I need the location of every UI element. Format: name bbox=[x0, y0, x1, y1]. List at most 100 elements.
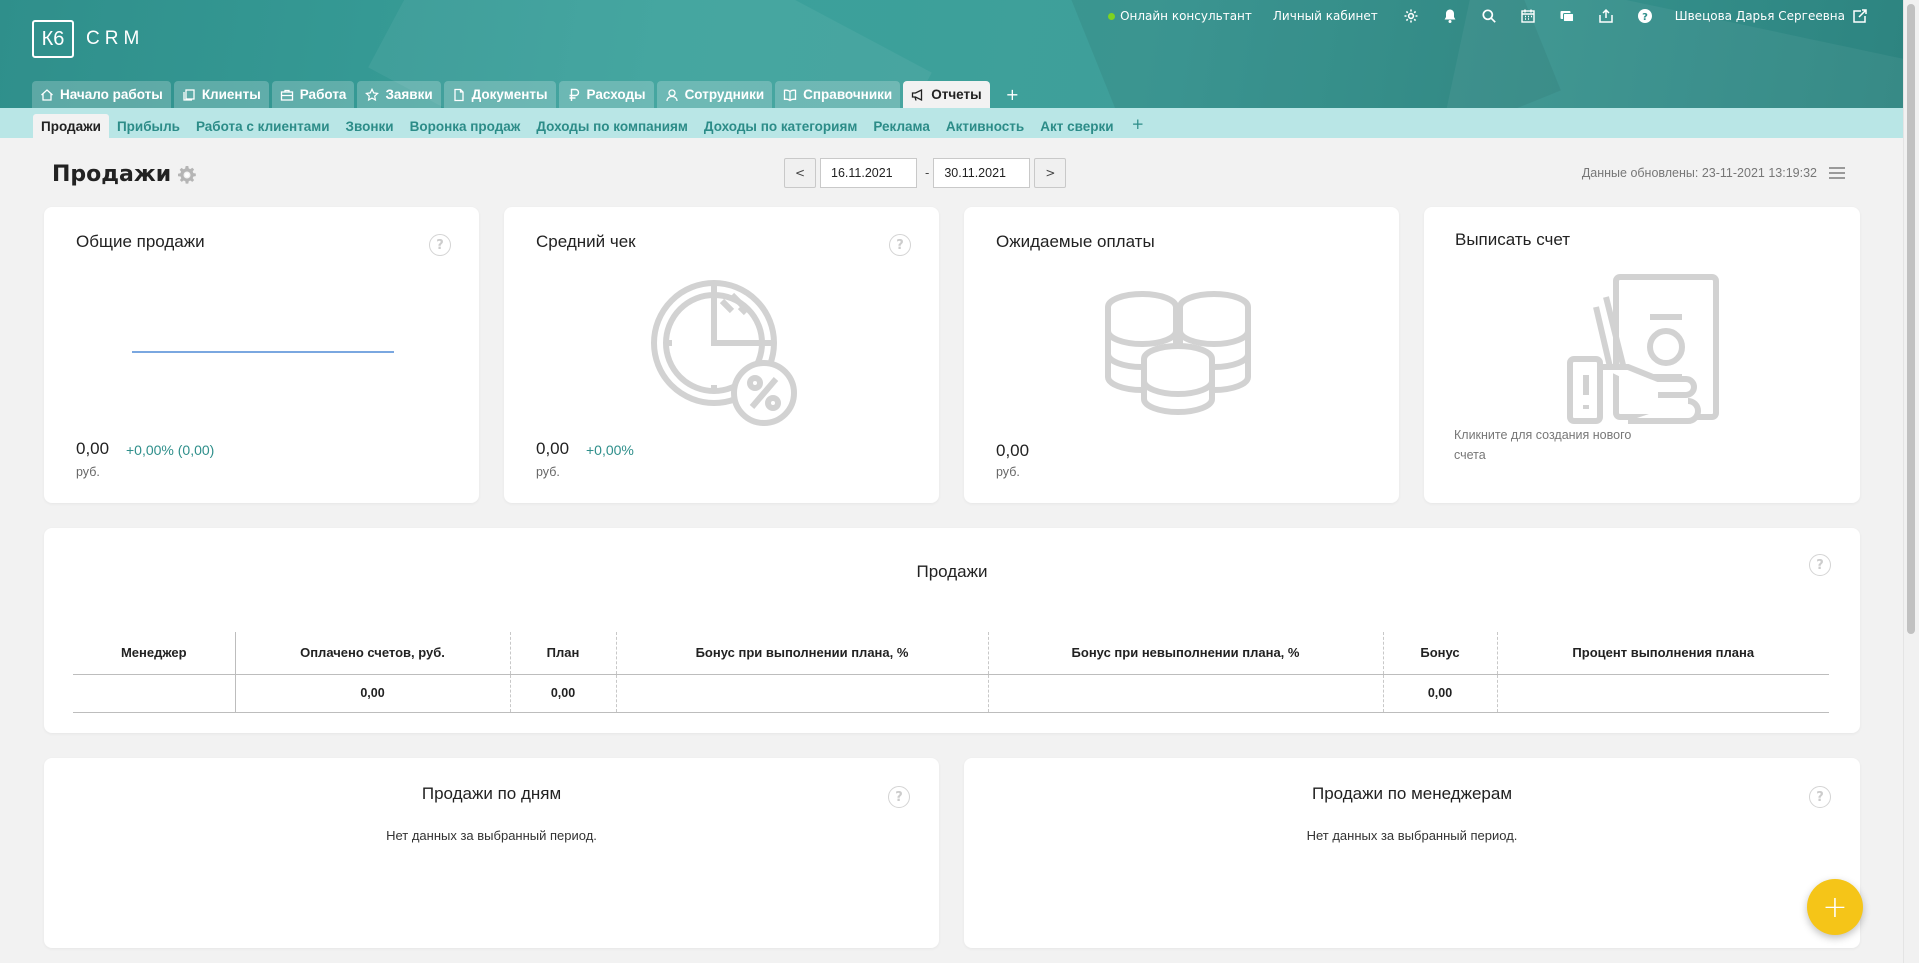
empty-message: Нет данных за выбранный период. bbox=[1306, 828, 1518, 843]
tab-label: Отчеты bbox=[931, 87, 982, 102]
column-header[interactable]: Менеджер bbox=[73, 632, 235, 675]
average-check-delta: +0,00% bbox=[586, 442, 634, 458]
subnav-item-income-categories[interactable]: Доходы по категориям bbox=[696, 119, 865, 138]
logout-icon[interactable] bbox=[1851, 7, 1869, 25]
main-tabs: Начало работы Клиенты Работа Заявки Доку… bbox=[32, 81, 1019, 108]
empty-message: Нет данных за выбранный период. bbox=[386, 828, 597, 843]
page-title-text: Продажи bbox=[52, 162, 172, 187]
total-sales-card: Общие продажи ? 0,00 +0,00% (0,00) руб. bbox=[44, 207, 479, 503]
chat-icon[interactable] bbox=[1558, 7, 1576, 25]
gear-icon[interactable] bbox=[177, 165, 197, 185]
table-header-row: Менеджер Оплачено счетов, руб. План Бону… bbox=[73, 632, 1829, 675]
total-sales-delta: +0,00% (0,00) bbox=[126, 442, 215, 458]
clients-icon bbox=[183, 88, 195, 101]
tab-work[interactable]: Работа bbox=[271, 81, 355, 108]
online-status-dot bbox=[1108, 12, 1116, 20]
ruble-icon bbox=[569, 88, 579, 101]
tab-references[interactable]: Справочники bbox=[775, 81, 901, 108]
menu-icon[interactable] bbox=[1828, 165, 1846, 181]
tab-requests[interactable]: Заявки bbox=[357, 81, 441, 108]
help-icon[interactable]: ? bbox=[889, 234, 911, 256]
subnav-item-profit[interactable]: Прибыль bbox=[109, 119, 188, 138]
search-icon[interactable] bbox=[1480, 7, 1498, 25]
add-tab-button[interactable]: + bbox=[1006, 81, 1019, 108]
column-header[interactable]: Бонус при невыполнении плана, % bbox=[987, 632, 1383, 675]
help-icon[interactable]: ? bbox=[1809, 786, 1831, 808]
reports-subnav: Продажи Прибыль Работа с клиентами Звонк… bbox=[0, 108, 1903, 138]
expected-payments-card: Ожидаемые оплаты 0,00 руб. bbox=[964, 207, 1399, 503]
add-action-button[interactable]: + bbox=[1807, 879, 1863, 935]
user-menu[interactable]: Швецова Дарья Сергеевна bbox=[1675, 7, 1869, 25]
tab-label: Начало работы bbox=[60, 87, 163, 102]
total-sales-value: 0,00 bbox=[76, 439, 110, 458]
online-consultant-link[interactable]: Онлайн консультант bbox=[1108, 9, 1252, 23]
user-name: Швецова Дарья Сергеевна bbox=[1674, 9, 1845, 23]
tab-label: Клиенты bbox=[201, 87, 261, 102]
tab-documents[interactable]: Документы bbox=[443, 81, 556, 108]
tab-label: Справочники bbox=[803, 87, 893, 102]
card-title: Ожидаемые оплаты bbox=[996, 232, 1155, 251]
add-subnav-button[interactable]: + bbox=[1122, 115, 1151, 138]
calendar-icon[interactable] bbox=[1519, 7, 1537, 25]
subnav-item-sales[interactable]: Продажи bbox=[33, 114, 109, 138]
svg-text:?: ? bbox=[1642, 12, 1648, 23]
subnav-item-client-work[interactable]: Работа с клиентами bbox=[188, 119, 338, 138]
subnav-item-activity[interactable]: Активность bbox=[938, 119, 1032, 138]
create-invoice-hint: Кликните для создания нового счета bbox=[1454, 428, 1632, 462]
subnav-item-sales-funnel[interactable]: Воронка продаж bbox=[402, 119, 529, 138]
next-period-button[interactable]: > bbox=[1034, 158, 1067, 188]
app-logo[interactable]: К6 CRM bbox=[32, 20, 144, 58]
help-icon[interactable]: ? bbox=[1636, 7, 1654, 25]
app-header: К6 CRM Онлайн консультант Личный кабинет bbox=[0, 0, 1903, 108]
subnav-item-reconciliation[interactable]: Акт сверки bbox=[1032, 119, 1121, 138]
tab-employees[interactable]: Сотрудники bbox=[656, 81, 773, 108]
section-title: Продажи bbox=[916, 562, 988, 581]
date-to-input[interactable]: 30.11.2021 bbox=[933, 158, 1031, 188]
column-header[interactable]: План bbox=[509, 632, 616, 675]
pie-percent-icon bbox=[651, 280, 797, 426]
help-icon[interactable]: ? bbox=[888, 786, 910, 808]
briefcase-icon bbox=[280, 89, 293, 101]
section-title: Продажи по менеджерам bbox=[1311, 784, 1513, 803]
date-from-input[interactable]: 16.11.2021 bbox=[820, 158, 917, 188]
create-invoice-card[interactable]: Выписать счет Кликните для создания ново… bbox=[1424, 207, 1860, 503]
book-icon bbox=[784, 89, 797, 101]
table-row: 0,00 0,00 0,00 bbox=[73, 674, 1829, 713]
tab-start[interactable]: Начало работы bbox=[32, 81, 171, 108]
tab-reports[interactable]: Отчеты bbox=[903, 81, 990, 108]
sales-by-days-card: Продажи по дням ? Нет данных за выбранны… bbox=[44, 758, 939, 948]
settings-icon[interactable] bbox=[1402, 7, 1420, 25]
export-icon[interactable] bbox=[1597, 7, 1615, 25]
column-header[interactable]: Оплачено счетов, руб. bbox=[234, 632, 510, 675]
sales-table-card: Продажи ? Менеджер Оплачено счетов, руб.… bbox=[44, 528, 1860, 733]
scrollbar-thumb[interactable] bbox=[1907, 4, 1915, 634]
megaphone-icon bbox=[912, 88, 923, 101]
sales-sparkline bbox=[132, 351, 394, 353]
card-title: Выписать счет bbox=[1455, 230, 1571, 249]
currency-unit: руб. bbox=[76, 465, 100, 479]
personal-cabinet-label: Личный кабинет bbox=[1272, 9, 1378, 23]
coins-stack-icon bbox=[1105, 291, 1251, 416]
tab-expenses[interactable]: Расходы bbox=[558, 81, 654, 108]
top-toolbar: Онлайн консультант Личный кабинет ? Швец… bbox=[1087, 7, 1869, 25]
subnav-item-calls[interactable]: Звонки bbox=[338, 119, 402, 138]
subnav-item-ads[interactable]: Реклама bbox=[865, 119, 938, 138]
column-header[interactable]: Процент выполнения плана bbox=[1496, 632, 1829, 675]
hand-money-icon bbox=[1567, 274, 1719, 424]
help-icon[interactable]: ? bbox=[429, 234, 451, 256]
tab-label: Документы bbox=[471, 87, 548, 102]
bell-icon[interactable] bbox=[1441, 7, 1459, 25]
column-header[interactable]: Бонус bbox=[1382, 632, 1497, 675]
tab-clients[interactable]: Клиенты bbox=[173, 81, 269, 108]
bonus-not-met-cell bbox=[987, 674, 1383, 713]
card-title: Общие продажи bbox=[76, 232, 205, 251]
plan-percent-cell bbox=[1496, 674, 1829, 713]
paid-cell: 0,00 bbox=[234, 674, 510, 713]
prev-period-button[interactable]: < bbox=[784, 158, 816, 188]
personal-cabinet-link[interactable]: Личный кабинет bbox=[1273, 9, 1378, 23]
help-icon[interactable]: ? bbox=[1809, 554, 1831, 576]
column-header[interactable]: Бонус при выполнении плана, % bbox=[615, 632, 988, 675]
bonus-met-cell bbox=[615, 674, 988, 713]
average-check-card: Средний чек ? 0,00 +0,00% руб. bbox=[504, 207, 939, 503]
subnav-item-income-companies[interactable]: Доходы по компаниям bbox=[528, 119, 696, 138]
